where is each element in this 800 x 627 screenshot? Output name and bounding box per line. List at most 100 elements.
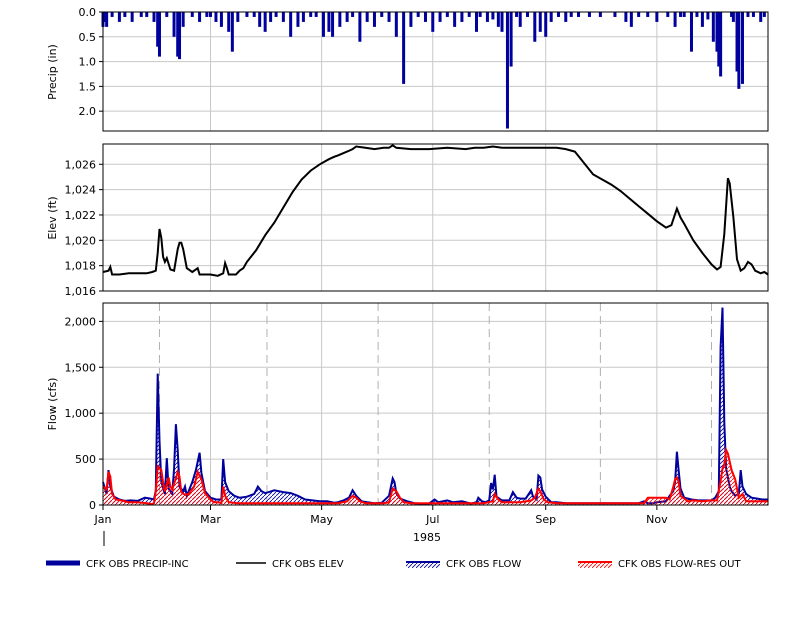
precip-bar <box>544 12 548 37</box>
legend-label: CFK OBS FLOW <box>446 559 521 570</box>
precip-axis-label: Precip (in) <box>46 44 59 100</box>
legend-label: CFK OBS FLOW-RES OUT <box>618 559 741 570</box>
precip-bar <box>666 12 670 17</box>
precip-bar <box>505 12 509 129</box>
precip-bar <box>431 12 435 32</box>
precip-bar <box>416 12 420 17</box>
y-tick-label: 0 <box>89 499 96 512</box>
y-tick-label: 1.0 <box>79 56 97 69</box>
precip-bar <box>321 12 325 37</box>
precip-bar <box>655 12 659 22</box>
precip-bar <box>731 12 735 22</box>
precip-bar <box>105 12 109 27</box>
precip-bar <box>587 12 591 17</box>
precip-bar <box>309 12 313 17</box>
precip-bar <box>518 12 522 27</box>
flow-axis-label: Flow (cfs) <box>46 378 59 431</box>
y-tick-label: 1,024 <box>65 184 97 197</box>
precip-bar <box>423 12 427 22</box>
x-tick-label: May <box>310 513 333 526</box>
precip-bar <box>438 12 442 22</box>
precip-bar <box>269 12 273 22</box>
precip-bar <box>172 12 176 37</box>
precip-bar <box>281 12 285 22</box>
precip-bar <box>258 12 262 27</box>
precip-bar <box>314 12 318 17</box>
precip-bar <box>409 12 413 27</box>
legend-item: CFK OBS FLOW <box>406 559 521 570</box>
precip-bar <box>689 12 693 52</box>
legend-item: CFK OBS FLOW-RES OUT <box>578 559 741 570</box>
precip-bar <box>358 12 362 42</box>
precip-bar <box>331 12 335 37</box>
precip-bar <box>467 12 471 17</box>
precip-bar <box>372 12 376 27</box>
y-tick-label: 1,020 <box>65 234 97 247</box>
precip-bar <box>263 12 267 32</box>
precip-bar <box>613 12 617 17</box>
legend-label: CFK OBS ELEV <box>272 559 344 570</box>
precip-bar <box>380 12 384 17</box>
precip-bar <box>759 12 763 22</box>
precip-bar <box>598 12 602 17</box>
precip-bar <box>214 12 218 22</box>
precip-bar <box>345 12 349 22</box>
precip-bar <box>569 12 573 17</box>
precip-bar <box>460 12 464 22</box>
y-tick-label: 2.0 <box>79 105 97 118</box>
precip-bar <box>478 12 482 17</box>
precip-bar <box>751 12 755 17</box>
precip-bar <box>394 12 398 37</box>
precip-bar <box>117 12 121 22</box>
precip-bar <box>252 12 256 17</box>
precip-bar <box>673 12 677 27</box>
precip-bar <box>219 12 223 27</box>
precip-bar <box>624 12 628 22</box>
precip-bar <box>564 12 568 22</box>
precip-bar <box>230 12 234 52</box>
y-tick-label: 1,022 <box>65 209 97 222</box>
precip-bar <box>208 12 212 17</box>
precip-bar <box>327 12 331 32</box>
precip-bar <box>577 12 581 17</box>
precip-bar <box>289 12 293 37</box>
precip-bar <box>274 12 278 17</box>
precip-bar <box>198 12 202 22</box>
precip-bar <box>700 12 704 27</box>
y-tick-label: 0.5 <box>79 31 97 44</box>
precip-bar <box>351 12 355 17</box>
precip-bar <box>719 12 723 77</box>
precip-bar <box>205 12 209 17</box>
precip-bar <box>740 12 744 84</box>
x-tick-label: Jul <box>425 513 439 526</box>
precip-bar <box>387 12 391 22</box>
elev-panel: 1,016 1,018 1,020 1,022 1,024 1,026 Elev (ft) <box>46 143 769 298</box>
legend: CFK OBS PRECIP-INC CFK OBS ELEV CFK OBS FL… <box>46 559 741 570</box>
y-tick-label: 1.5 <box>79 80 97 93</box>
precip-bar <box>474 12 478 32</box>
precip-bar <box>338 12 342 27</box>
precip-bar <box>445 12 449 17</box>
precip-panel: 0.0 0.5 1.0 1.5 2.0 Precip (in) <box>46 6 769 132</box>
precip-bar <box>181 12 185 27</box>
x-tick-label: Sep <box>535 513 556 526</box>
year-label: 1985 <box>413 531 441 544</box>
precip-bar <box>130 12 134 22</box>
y-tick-label: 1,018 <box>65 260 97 273</box>
precip-bar <box>110 12 114 17</box>
elev-line <box>102 144 769 277</box>
precip-bar <box>139 12 143 17</box>
legend-item: CFK OBS PRECIP-INC <box>46 559 189 570</box>
precip-bar <box>123 12 127 17</box>
precip-bar <box>515 12 519 17</box>
precip-bar <box>496 12 500 27</box>
precip-bar <box>533 12 537 42</box>
precip-bar <box>485 12 489 22</box>
legend-item: CFK OBS ELEV <box>236 559 344 570</box>
precip-bar <box>706 12 710 20</box>
x-tick-label: Jan <box>94 513 112 526</box>
y-tick-label: 0.0 <box>79 6 97 19</box>
precip-bar <box>629 12 633 27</box>
precip-bar <box>157 12 161 57</box>
y-tick-label: 1,000 <box>65 407 97 420</box>
